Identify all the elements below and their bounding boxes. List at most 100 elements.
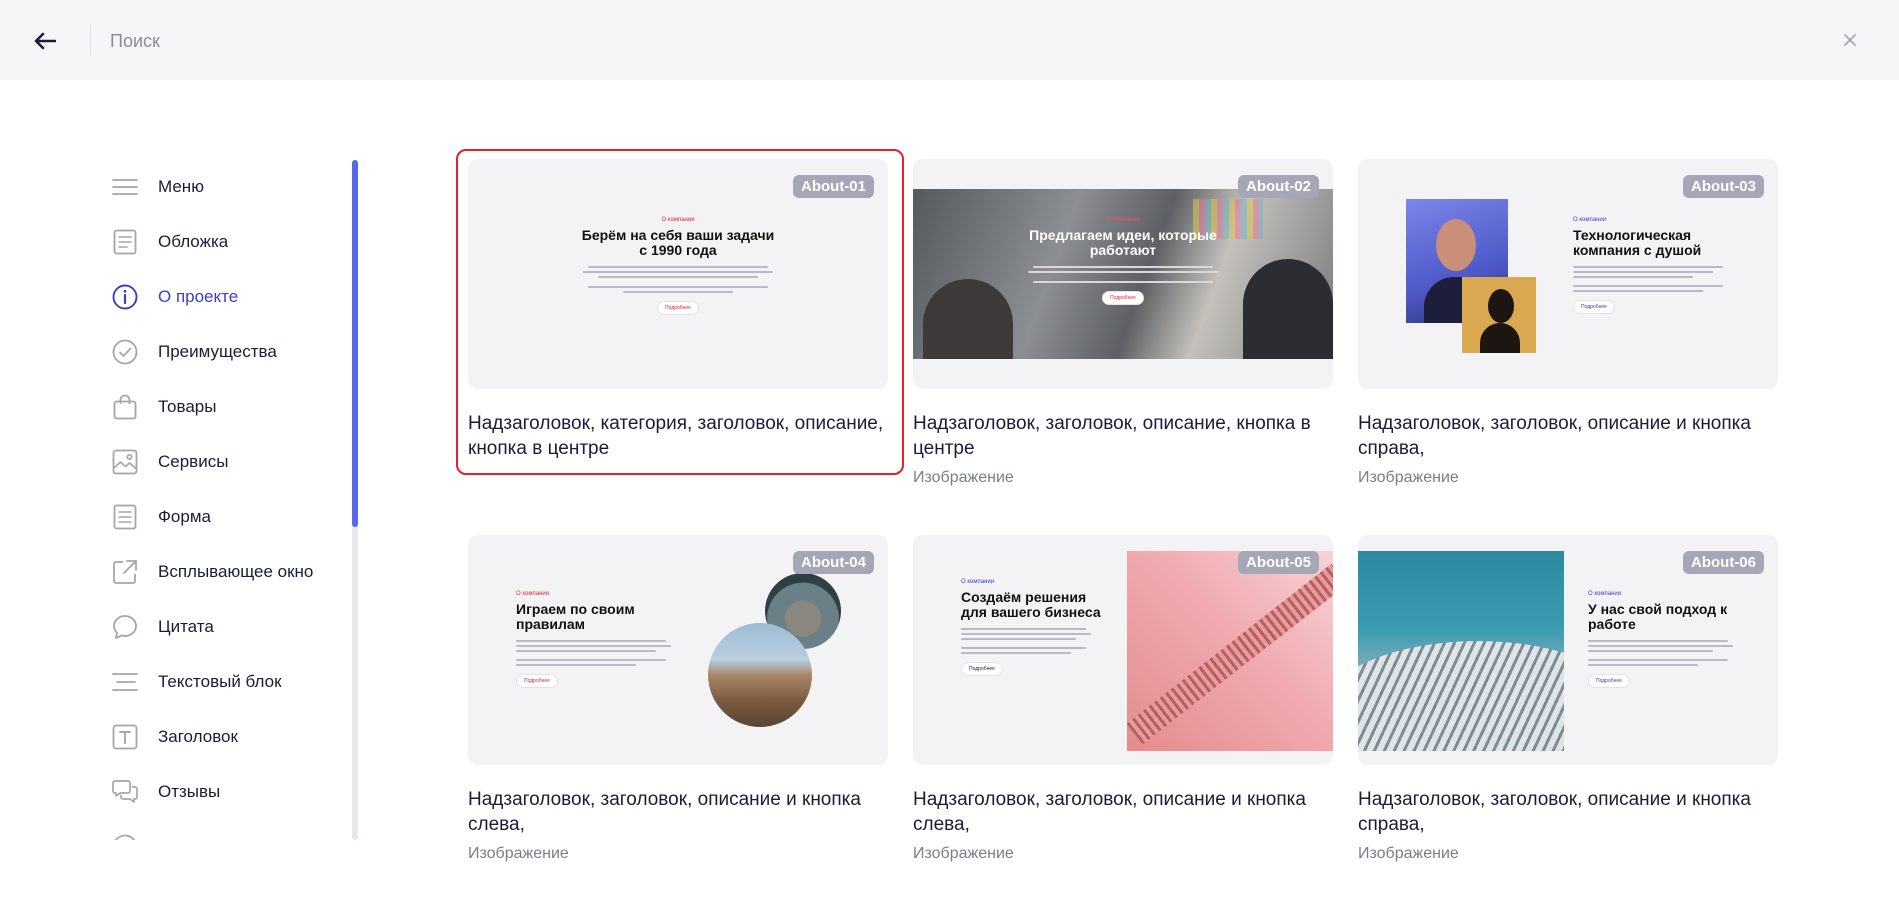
preview-heading: Берём на себя ваши задачи с 1990 года — [581, 227, 775, 258]
preview-heading: Играем по своим правилам — [516, 601, 635, 632]
template-card-about-02[interactable]: О компании Предлагаем идеи, которые рабо… — [913, 159, 1333, 487]
sidebar-item-more[interactable] — [110, 827, 350, 840]
sidebar-item-services[interactable]: Сервисы — [110, 442, 350, 482]
sidebar-item-form[interactable]: Форма — [110, 497, 350, 537]
preview-eyebrow: О компании — [1573, 217, 1607, 223]
template-card-about-05[interactable]: О компании Создаём решения для вашего би… — [913, 535, 1333, 863]
preview-content: О компании У нас свой подход к работе По… — [1588, 591, 1748, 688]
sidebar-item-heading[interactable]: Заголовок — [110, 717, 350, 757]
document-icon — [110, 227, 140, 257]
preview-content: О компании Играем по своим правилам Подр… — [516, 591, 676, 688]
sidebar-item-advantages[interactable]: Преимущества — [110, 332, 350, 372]
sidebar-item-popup[interactable]: Всплывающее окно — [110, 552, 350, 592]
card-subtitle: Изображение — [1358, 845, 1459, 862]
preview-content: О компании Берём на себя ваши задачи с 1… — [578, 217, 778, 315]
sidebar-item-text-block[interactable]: Текстовый блок — [110, 662, 350, 702]
close-icon — [1844, 34, 1856, 46]
sidebar-item-label: Товары — [158, 397, 217, 416]
card-title: Надзаголовок, категория, заголовок, опис… — [468, 413, 884, 459]
sidebar-item-quote[interactable]: Цитата — [110, 607, 350, 647]
card-badge: About-03 — [1683, 175, 1764, 198]
card-preview: О компании У нас свой подход к работе По… — [1358, 535, 1778, 765]
arrow-left-icon — [34, 32, 56, 50]
preview-button: Подробнее — [1102, 291, 1144, 305]
card-title: Надзаголовок, заголовок, описание и кноп… — [913, 789, 1306, 835]
sidebar-item-about[interactable]: О проекте — [110, 277, 350, 317]
card-title: Надзаголовок, заголовок, описание и кноп… — [468, 789, 861, 835]
template-card-about-06[interactable]: О компании У нас свой подход к работе По… — [1358, 535, 1778, 863]
image-icon — [110, 447, 140, 477]
preview-heading: У нас свой подход к работе — [1588, 601, 1728, 632]
preview-button: Подробнее — [657, 301, 699, 315]
preview-eyebrow: О компании — [516, 591, 550, 597]
preview-heading: Создаём решения для вашего бизнеса — [961, 589, 1101, 620]
sidebar-scrollbar[interactable] — [352, 160, 358, 840]
shopping-bag-icon — [110, 392, 140, 422]
sidebar-item-label: Всплывающее окно — [158, 562, 314, 581]
sidebar-item-products[interactable]: Товары — [110, 387, 350, 427]
preview-content: О компании Предлагаем идеи, которые рабо… — [1023, 217, 1223, 305]
top-bar — [0, 0, 1899, 80]
template-card-about-01[interactable]: О компании Берём на себя ваши задачи с 1… — [468, 159, 888, 461]
preview-button: Подробнее — [516, 674, 558, 688]
sidebar-item-cover[interactable]: Обложка — [110, 222, 350, 262]
card-badge: About-01 — [793, 175, 874, 198]
preview-heading: Предлагаем идеи, которые работают — [1029, 227, 1217, 258]
text-t-icon — [110, 722, 140, 752]
info-icon — [110, 282, 140, 312]
speech-bubble-icon — [110, 612, 140, 642]
circle-photo-city — [708, 623, 812, 727]
architecture-photo — [1358, 551, 1564, 751]
card-badge: About-05 — [1238, 551, 1319, 574]
preview-eyebrow: О компании — [1588, 591, 1622, 597]
card-preview: О компании Технологическая компания с ду… — [1358, 159, 1778, 389]
template-card-about-04[interactable]: О компании Играем по своим правилам Подр… — [468, 535, 888, 863]
sidebar-item-label: Текстовый блок — [158, 672, 282, 691]
close-button[interactable] — [1838, 28, 1862, 52]
escalator-photo — [1127, 551, 1333, 751]
card-preview: О компании Создаём решения для вашего би… — [913, 535, 1333, 765]
preview-content: О компании Технологическая компания с ду… — [1573, 217, 1743, 314]
text-lines-icon — [110, 667, 140, 697]
preview-content: О компании Создаём решения для вашего би… — [961, 579, 1101, 676]
card-subtitle: Изображение — [468, 845, 569, 862]
card-title: Надзаголовок, заголовок, описание, кнопк… — [913, 413, 1311, 459]
template-card-about-03[interactable]: О компании Технологическая компания с ду… — [1358, 159, 1778, 487]
preview-button: Подробнее — [961, 662, 1003, 676]
card-subtitle: Изображение — [913, 469, 1014, 486]
external-link-icon — [110, 557, 140, 587]
card-title: Надзаголовок, заголовок, описание и кноп… — [1358, 413, 1751, 459]
preview-button: Подробнее — [1588, 674, 1630, 688]
preview-eyebrow: О компании — [661, 217, 695, 223]
sidebar-item-label: Цитата — [158, 617, 214, 636]
sidebar-item-label: Сервисы — [158, 452, 229, 471]
card-preview: О компании Играем по своим правилам Подр… — [468, 535, 888, 765]
back-button[interactable] — [28, 24, 62, 58]
card-badge: About-04 — [793, 551, 874, 574]
form-icon — [110, 502, 140, 532]
card-preview: О компании Предлагаем идеи, которые рабо… — [913, 159, 1333, 389]
card-preview: О компании Берём на себя ваши задачи с 1… — [468, 159, 888, 389]
preview-eyebrow: О компании — [1106, 217, 1140, 223]
sidebar-item-label: Форма — [158, 507, 211, 526]
sidebar-item-label: Обложка — [158, 232, 229, 251]
preview-button: Подробнее — [1573, 300, 1615, 314]
preview-eyebrow: О компании — [961, 579, 995, 585]
search-input[interactable] — [108, 22, 1712, 60]
divider — [90, 25, 91, 55]
menu-lines-icon — [110, 172, 140, 202]
card-badge: About-06 — [1683, 551, 1764, 574]
sidebar-item-label: Меню — [158, 177, 204, 196]
sidebar: Меню Обложка О проекте Преимущества Това… — [100, 160, 360, 840]
sidebar-item-reviews[interactable]: Отзывы — [110, 772, 350, 812]
chat-bubbles-icon — [110, 777, 140, 807]
card-badge: About-02 — [1238, 175, 1319, 198]
sidebar-item-menu[interactable]: Меню — [110, 167, 350, 207]
circle-icon — [110, 832, 140, 840]
sidebar-item-label: Заголовок — [158, 727, 238, 746]
card-title: Надзаголовок, заголовок, описание и кноп… — [1358, 789, 1751, 835]
card-subtitle: Изображение — [1358, 469, 1459, 486]
scrollbar-thumb[interactable] — [352, 160, 358, 527]
sidebar-item-label: О проекте — [158, 287, 239, 306]
preview-heading: Технологическая компания с душой — [1573, 227, 1702, 258]
